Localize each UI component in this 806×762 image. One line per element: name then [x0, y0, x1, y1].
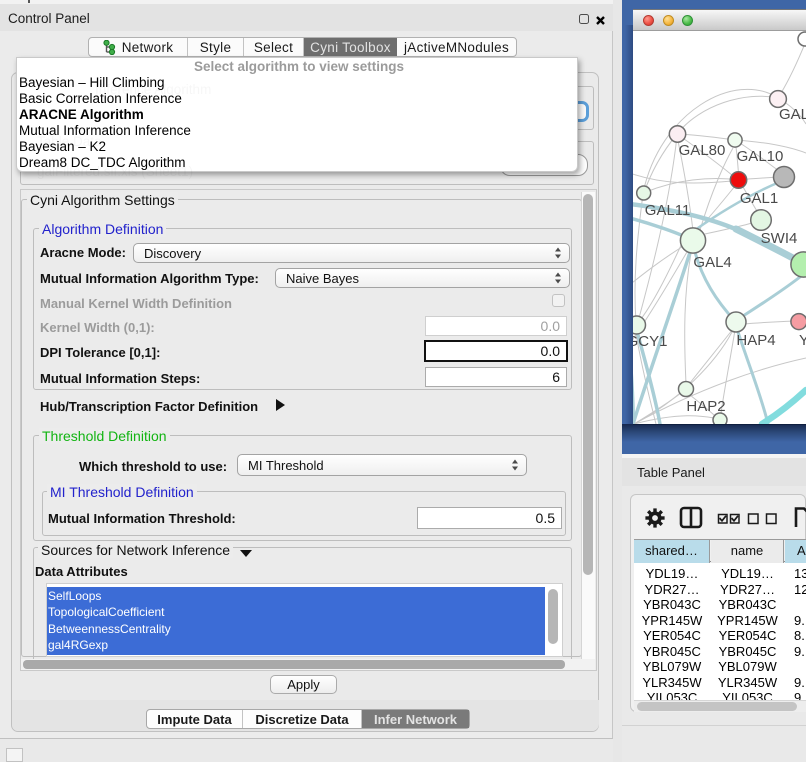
svg-text:Y: Y: [799, 332, 806, 349]
svg-text:GCY1: GCY1: [633, 333, 667, 350]
svg-text:HAP2: HAP2: [686, 398, 725, 415]
svg-text:SWI4: SWI4: [761, 230, 798, 247]
svg-text:HAP4: HAP4: [736, 332, 775, 349]
svg-text:GAL: GAL: [779, 106, 806, 123]
svg-text:GAL1: GAL1: [740, 190, 778, 207]
svg-text:GAL4: GAL4: [693, 254, 731, 271]
svg-text:GAL10: GAL10: [737, 148, 784, 165]
svg-text:GAL11: GAL11: [645, 202, 691, 219]
svg-text:GAL80: GAL80: [679, 142, 726, 159]
